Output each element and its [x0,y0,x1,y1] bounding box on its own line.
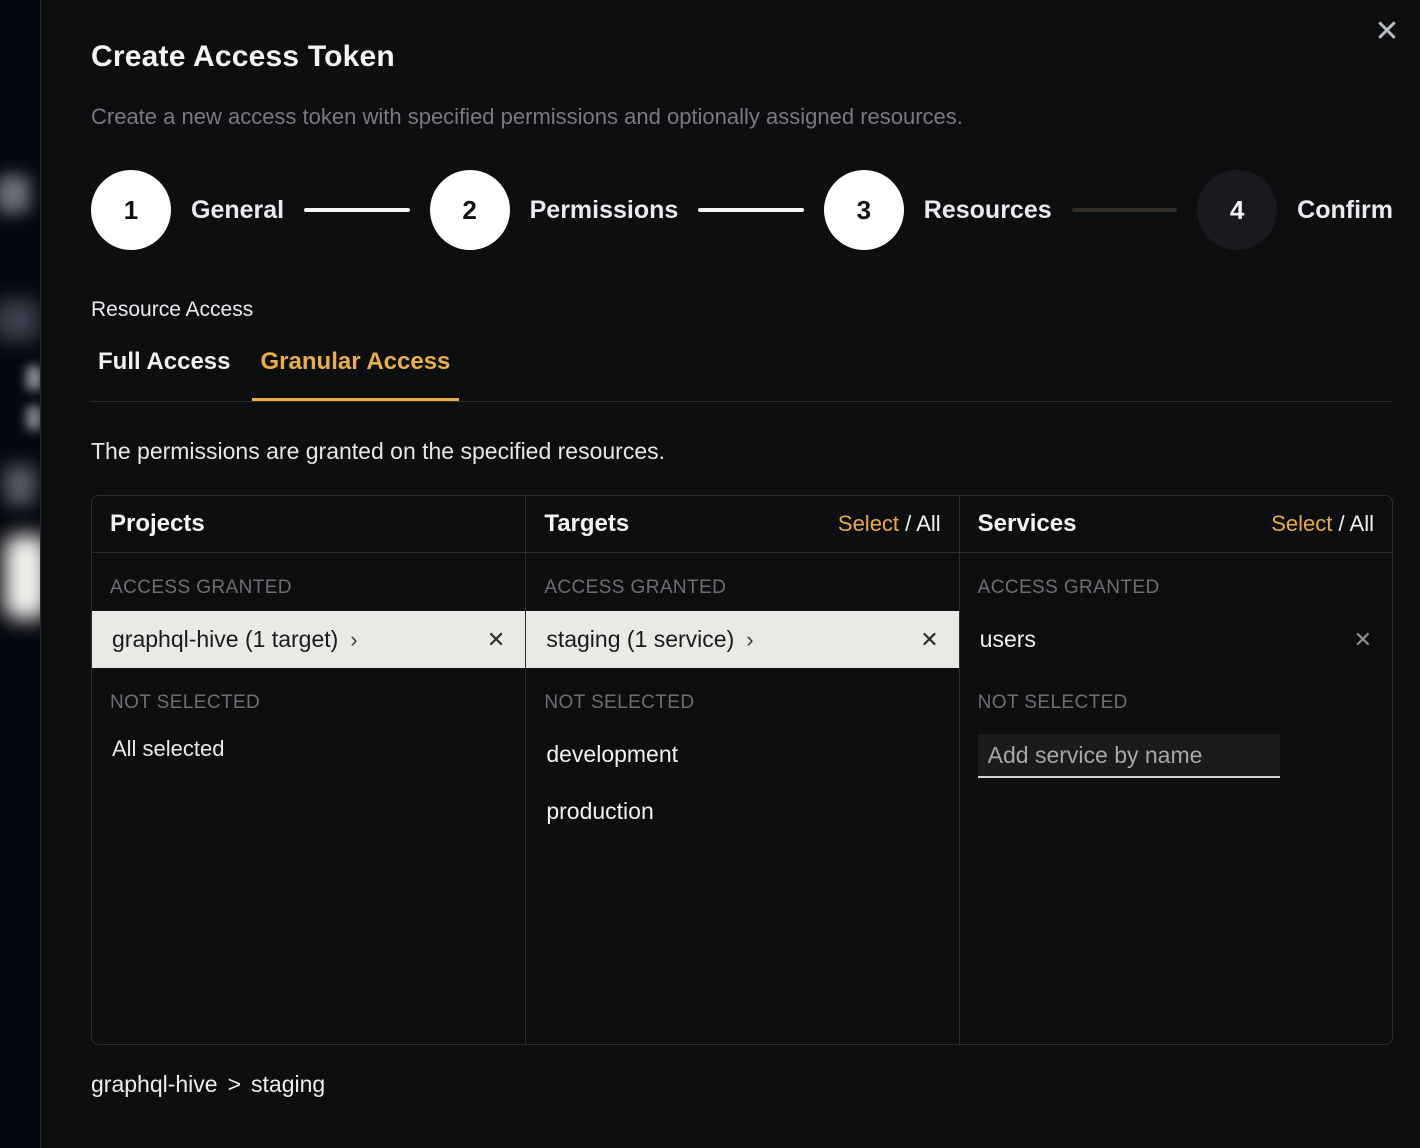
projects-column-header: Projects [92,496,525,553]
targets-all-link[interactable]: All [916,511,940,536]
targets-select-link[interactable]: Select [838,511,899,536]
tab-granular-access[interactable]: Granular Access [252,348,460,401]
wizard-stepper: 1 General 2 Permissions 3 Resources 4 Co… [91,170,1393,250]
chevron-right-icon: › [350,627,357,653]
step-label: Confirm [1297,196,1393,225]
step-label: Permissions [530,196,679,225]
not-selected-label: NOT SELECTED [526,668,958,726]
remove-service-icon[interactable]: ✕ [1354,627,1372,653]
step-label: Resources [924,196,1052,225]
breadcrumb-project[interactable]: graphql-hive [91,1071,218,1098]
access-granted-label: ACCESS GRANTED [526,553,958,611]
breadcrumb: graphql-hive > staging [91,1071,1392,1098]
tab-full-access[interactable]: Full Access [91,348,240,401]
background-blur-shape [26,366,41,390]
step-number-circle: 1 [91,170,171,250]
slash-separator: / [905,511,911,536]
step-permissions[interactable]: 2 Permissions [430,170,679,250]
add-service-input[interactable] [978,734,1280,778]
services-column-header: Services Select / All [960,496,1392,553]
page-title: Create Access Token [91,40,1392,74]
breadcrumb-separator: > [228,1071,241,1098]
all-selected-note: All selected [92,726,525,762]
resource-access-heading: Resource Access [91,298,1392,322]
step-resources[interactable]: 3 Resources [824,170,1052,250]
background-blur-shape [0,175,30,213]
services-all-link[interactable]: All [1350,511,1374,536]
column-title: Targets [544,510,629,538]
access-granted-label: ACCESS GRANTED [960,553,1392,611]
row-label: development [546,741,678,768]
step-number-circle: 3 [824,170,904,250]
background-blur-shape [4,535,41,619]
step-general[interactable]: 1 General [91,170,284,250]
row-label: users [980,626,1036,653]
row-label: production [546,798,653,825]
remove-project-icon[interactable]: ✕ [487,627,505,653]
access-mode-tabs: Full Access Granular Access [91,348,1393,402]
project-row-graphql-hive[interactable]: graphql-hive (1 target) › ✕ [92,611,525,668]
row-label: graphql-hive (1 target) [112,626,338,653]
not-selected-label: NOT SELECTED [92,668,525,726]
services-select-link[interactable]: Select [1271,511,1332,536]
background-blur-shape [0,300,40,340]
targets-select-all: Select / All [838,511,941,537]
breadcrumb-target[interactable]: staging [251,1071,325,1098]
background-blur-shape [4,465,36,505]
step-confirm[interactable]: 4 Confirm [1197,170,1393,250]
not-selected-label: NOT SELECTED [960,668,1392,726]
slash-separator: / [1339,511,1345,536]
target-row-staging[interactable]: staging (1 service) › ✕ [526,611,958,668]
step-number-circle: 2 [430,170,510,250]
background-blur-shape [26,406,41,430]
dialog-subtitle: Create a new access token with specified… [91,104,1392,130]
step-connector [304,208,410,212]
create-access-token-modal: ✕ Create Access Token Create a new acces… [40,0,1420,1148]
resource-picker-table: Projects ACCESS GRANTED graphql-hive (1 … [91,495,1393,1045]
close-icon[interactable]: ✕ [1369,14,1405,50]
step-connector [698,208,804,212]
column-title: Services [978,510,1077,538]
step-number-circle: 4 [1197,170,1277,250]
service-row-users[interactable]: users ✕ [960,611,1392,668]
target-row-production[interactable]: production [526,783,958,840]
targets-column-header: Targets Select / All [526,496,958,553]
column-title: Projects [110,510,205,538]
target-row-development[interactable]: development [526,726,958,783]
access-granted-label: ACCESS GRANTED [92,553,525,611]
remove-target-icon[interactable]: ✕ [920,627,938,653]
services-column: Services Select / All ACCESS GRANTED use… [959,496,1392,1044]
services-select-all: Select / All [1271,511,1374,537]
page-backdrop [0,0,41,1148]
projects-column: Projects ACCESS GRANTED graphql-hive (1 … [92,496,525,1044]
row-label: staging (1 service) [546,626,734,653]
chevron-right-icon: › [746,627,753,653]
targets-column: Targets Select / All ACCESS GRANTED stag… [525,496,958,1044]
step-label: General [191,196,284,225]
step-connector [1072,208,1178,212]
granular-access-description: The permissions are granted on the speci… [91,438,1392,465]
